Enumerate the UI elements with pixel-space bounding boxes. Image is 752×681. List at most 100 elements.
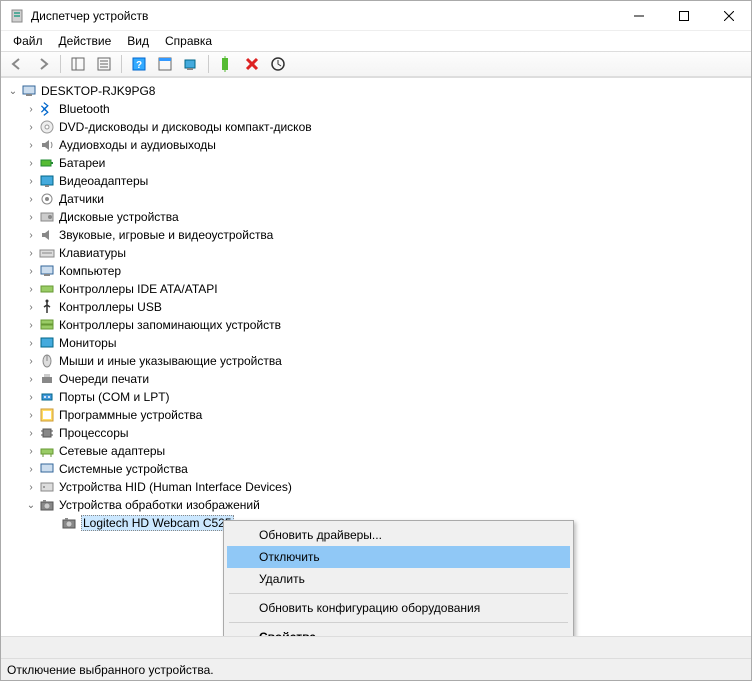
back-button[interactable]: [5, 53, 29, 75]
menu-view[interactable]: Вид: [119, 32, 157, 50]
category-node[interactable]: ⌄Устройства обработки изображений: [1, 496, 751, 514]
expand-icon[interactable]: ›: [23, 371, 39, 387]
expand-icon[interactable]: ›: [23, 407, 39, 423]
category-node[interactable]: ›Контроллеры USB: [1, 298, 751, 316]
properties-button[interactable]: [92, 53, 116, 75]
root-label: DESKTOP-RJK9PG8: [41, 84, 155, 98]
uninstall-button[interactable]: [240, 53, 264, 75]
toolbar-separator: [121, 55, 122, 73]
expand-icon[interactable]: ›: [23, 425, 39, 441]
expand-icon[interactable]: ›: [23, 101, 39, 117]
close-button[interactable]: [706, 1, 751, 30]
expand-icon[interactable]: ⌄: [23, 497, 39, 513]
expand-icon[interactable]: ›: [23, 227, 39, 243]
category-node[interactable]: ›Устройства HID (Human Interface Devices…: [1, 478, 751, 496]
category-node[interactable]: ›Программные устройства: [1, 406, 751, 424]
expand-icon[interactable]: ›: [23, 263, 39, 279]
system-icon: [39, 461, 55, 477]
status-bar: Отключение выбранного устройства.: [1, 658, 751, 680]
tree-root[interactable]: ⌄ DESKTOP-RJK9PG8: [1, 82, 751, 100]
hid-icon: [39, 479, 55, 495]
show-hide-tree-button[interactable]: [66, 53, 90, 75]
context-menu-item[interactable]: Удалить: [227, 568, 570, 590]
device-label: Logitech HD Webcam C525: [81, 515, 234, 531]
minimize-button[interactable]: [616, 1, 661, 30]
menu-action[interactable]: Действие: [51, 32, 120, 50]
expand-icon[interactable]: ›: [23, 317, 39, 333]
toolbar-separator: [60, 55, 61, 73]
sound-icon: [39, 227, 55, 243]
status-text: Отключение выбранного устройства.: [7, 663, 214, 677]
collapse-icon[interactable]: ⌄: [5, 83, 21, 99]
category-label: Процессоры: [59, 426, 129, 440]
category-label: Звуковые, игровые и видеоустройства: [59, 228, 273, 242]
category-node[interactable]: ›DVD-дисководы и дисководы компакт-диско…: [1, 118, 751, 136]
context-menu-item[interactable]: Свойства: [227, 626, 570, 636]
expand-icon[interactable]: ›: [23, 155, 39, 171]
context-menu-separator: [229, 622, 568, 623]
category-node[interactable]: › Звуковые, игровые и видеоустройства: [1, 226, 751, 244]
expand-icon[interactable]: ›: [23, 191, 39, 207]
empty-bar: [1, 636, 751, 658]
expand-icon[interactable]: ›: [23, 443, 39, 459]
update-button[interactable]: [266, 53, 290, 75]
expand-icon[interactable]: ›: [23, 479, 39, 495]
category-node[interactable]: ›Bluetooth: [1, 100, 751, 118]
category-node[interactable]: › Процессоры: [1, 424, 751, 442]
audio-icon: [39, 137, 55, 153]
printer-icon: [39, 371, 55, 387]
category-label: Дисковые устройства: [59, 210, 179, 224]
category-node[interactable]: ›Контроллеры IDE ATA/ATAPI: [1, 280, 751, 298]
category-node[interactable]: ›Видеоадаптеры: [1, 172, 751, 190]
mouse-icon: [39, 353, 55, 369]
enable-button[interactable]: [214, 53, 238, 75]
category-node[interactable]: ›Мониторы: [1, 334, 751, 352]
disc-icon: [39, 119, 55, 135]
category-label: Мыши и иные указывающие устройства: [59, 354, 282, 368]
category-label: Системные устройства: [59, 462, 188, 476]
category-node[interactable]: ›Контроллеры запоминающих устройств: [1, 316, 751, 334]
bluetooth-icon: [39, 101, 55, 117]
context-menu-item[interactable]: Отключить: [227, 546, 570, 568]
menu-help[interactable]: Справка: [157, 32, 220, 50]
network-icon: [39, 443, 55, 459]
category-node[interactable]: ›Компьютер: [1, 262, 751, 280]
expand-icon[interactable]: ›: [23, 137, 39, 153]
category-node[interactable]: ›Датчики: [1, 190, 751, 208]
category-node[interactable]: ›Батареи: [1, 154, 751, 172]
expand-icon[interactable]: ›: [23, 461, 39, 477]
expand-icon[interactable]: ›: [23, 119, 39, 135]
category-label: Аудиовходы и аудиовыходы: [59, 138, 216, 152]
menu-bar: Файл Действие Вид Справка: [1, 31, 751, 51]
context-menu-item[interactable]: Обновить конфигурацию оборудования: [227, 597, 570, 619]
category-node[interactable]: › Очереди печати: [1, 370, 751, 388]
category-node[interactable]: › Аудиовходы и аудиовыходы: [1, 136, 751, 154]
expand-icon[interactable]: ›: [23, 299, 39, 315]
forward-button[interactable]: [31, 53, 55, 75]
context-menu-item[interactable]: Обновить драйверы...: [227, 524, 570, 546]
action-button[interactable]: [153, 53, 177, 75]
context-menu-separator: [229, 593, 568, 594]
category-node[interactable]: ›Клавиатуры: [1, 244, 751, 262]
expand-icon[interactable]: ›: [23, 245, 39, 261]
category-node[interactable]: ›Порты (COM и LPT): [1, 388, 751, 406]
category-node[interactable]: › Системные устройства: [1, 460, 751, 478]
expand-icon[interactable]: ›: [23, 335, 39, 351]
category-node[interactable]: ›Сетевые адаптеры: [1, 442, 751, 460]
scan-hardware-button[interactable]: [179, 53, 203, 75]
category-node[interactable]: › Мыши и иные указывающие устройства: [1, 352, 751, 370]
expand-icon[interactable]: ›: [23, 281, 39, 297]
expand-icon[interactable]: ›: [23, 173, 39, 189]
toolbar-separator: [208, 55, 209, 73]
software-icon: [39, 407, 55, 423]
menu-file[interactable]: Файл: [5, 32, 51, 50]
expand-icon[interactable]: ›: [23, 353, 39, 369]
help-button[interactable]: ?: [127, 53, 151, 75]
category-label: Очереди печати: [59, 372, 149, 386]
expand-icon[interactable]: ›: [23, 209, 39, 225]
expand-icon[interactable]: ›: [23, 389, 39, 405]
category-node[interactable]: › Дисковые устройства: [1, 208, 751, 226]
maximize-button[interactable]: [661, 1, 706, 30]
device-tree[interactable]: ⌄ DESKTOP-RJK9PG8 ›Bluetooth›DVD-дисководы…: [1, 77, 751, 636]
battery-icon: [39, 155, 55, 171]
